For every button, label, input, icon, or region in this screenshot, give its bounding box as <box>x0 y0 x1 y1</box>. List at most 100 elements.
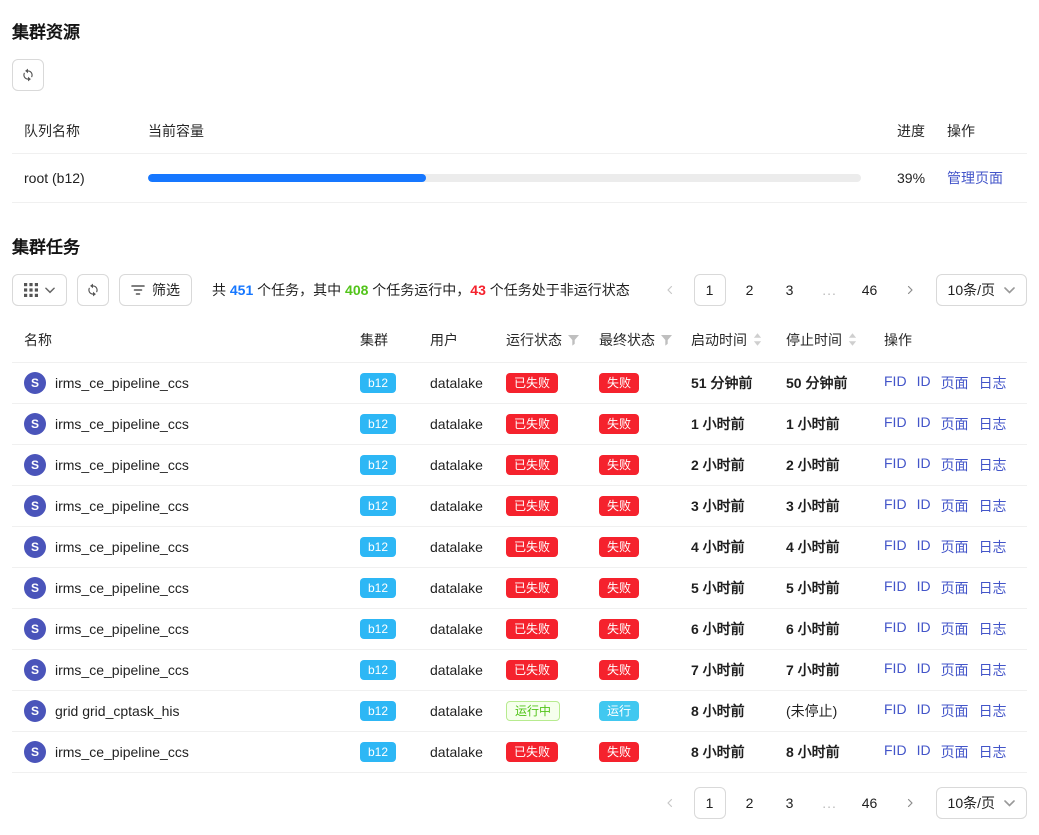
task-id-link[interactable]: ID <box>917 578 931 598</box>
task-fid-link[interactable]: FID <box>884 537 907 557</box>
layout-grid-button[interactable] <box>12 274 67 306</box>
page-button-2[interactable]: 2 <box>734 787 766 819</box>
task-fid-link[interactable]: FID <box>884 496 907 516</box>
task-fid-link[interactable]: FID <box>884 742 907 762</box>
page-button-1[interactable]: 1 <box>694 787 726 819</box>
task-page-link[interactable]: 页面 <box>941 701 969 721</box>
filter-icon[interactable] <box>661 333 672 349</box>
run-status-tag: 已失败 <box>506 619 558 639</box>
prev-page-button[interactable] <box>654 274 686 306</box>
task-fid-link[interactable]: FID <box>884 660 907 680</box>
manage-page-link[interactable]: 管理页面 <box>947 170 1003 186</box>
task-id-link[interactable]: ID <box>917 742 931 762</box>
task-user: datalake <box>418 404 494 445</box>
task-page-link[interactable]: 页面 <box>941 537 969 557</box>
column-label: 当前容量 <box>148 123 204 139</box>
task-id-link[interactable]: ID <box>917 619 931 639</box>
prev-page-button[interactable] <box>654 787 686 819</box>
page-button-1[interactable]: 1 <box>694 274 726 306</box>
final-status-tag: 失败 <box>599 660 639 680</box>
task-fid-link[interactable]: FID <box>884 373 907 393</box>
task-log-link[interactable]: 日志 <box>979 660 1007 680</box>
task-page-link[interactable]: 页面 <box>941 742 969 762</box>
stop-time: (未停止) <box>774 691 872 732</box>
final-status-tag: 失败 <box>599 373 639 393</box>
cluster-tag: b12 <box>360 619 396 639</box>
page-button-3[interactable]: 3 <box>774 787 806 819</box>
sort-icon[interactable] <box>848 333 857 349</box>
cluster-resources-title: 集群资源 <box>12 18 1027 43</box>
task-page-link[interactable]: 页面 <box>941 455 969 475</box>
tasks-toolbar: 筛选 共 451 个任务，其中 408 个任务运行中，43 个任务处于非运行状态… <box>12 274 1027 306</box>
task-page-link[interactable]: 页面 <box>941 496 969 516</box>
task-actions: FID ID 页面日志 <box>884 414 1007 434</box>
task-log-link[interactable]: 日志 <box>979 578 1007 598</box>
page-button-46[interactable]: 46 <box>854 787 886 819</box>
task-page-link[interactable]: 页面 <box>941 660 969 680</box>
resources-refresh-button[interactable] <box>12 59 44 91</box>
task-row: Sirms_ce_pipeline_ccsb12datalake已失败失败8 小… <box>12 732 1027 773</box>
task-page-link[interactable]: 页面 <box>941 373 969 393</box>
task-log-link[interactable]: 日志 <box>979 414 1007 434</box>
task-log-link[interactable]: 日志 <box>979 619 1007 639</box>
sort-icon[interactable] <box>753 333 762 349</box>
filter-icon[interactable] <box>568 333 579 349</box>
task-log-link[interactable]: 日志 <box>979 455 1007 475</box>
task-fid-link[interactable]: FID <box>884 578 907 598</box>
task-id-link[interactable]: ID <box>917 701 931 721</box>
next-page-button[interactable] <box>894 787 926 819</box>
task-name: irms_ce_pipeline_ccs <box>55 539 189 555</box>
task-name: irms_ce_pipeline_ccs <box>55 744 189 760</box>
task-name: irms_ce_pipeline_ccs <box>55 662 189 678</box>
task-avatar: S <box>24 372 46 394</box>
task-id-link[interactable]: ID <box>917 455 931 475</box>
task-fid-link[interactable]: FID <box>884 414 907 434</box>
start-time: 51 分钟前 <box>679 363 774 404</box>
task-row: Sgrid grid_cptask_hisb12datalake运行中运行8 小… <box>12 691 1027 732</box>
task-log-link[interactable]: 日志 <box>979 742 1007 762</box>
task-page-link[interactable]: 页面 <box>941 414 969 434</box>
task-id-link[interactable]: ID <box>917 496 931 516</box>
filter-button[interactable]: 筛选 <box>119 274 192 306</box>
task-log-link[interactable]: 日志 <box>979 701 1007 721</box>
task-name: irms_ce_pipeline_ccs <box>55 375 189 391</box>
tasks-refresh-button[interactable] <box>77 274 109 306</box>
summary-text: 个任务运行中， <box>368 282 470 298</box>
task-id-link[interactable]: ID <box>917 660 931 680</box>
page-button-46[interactable]: 46 <box>854 274 886 306</box>
stop-time: 2 小时前 <box>774 445 872 486</box>
task-actions: FID ID 页面日志 <box>884 578 1007 598</box>
task-page-link[interactable]: 页面 <box>941 578 969 598</box>
task-log-link[interactable]: 日志 <box>979 496 1007 516</box>
task-row: Sirms_ce_pipeline_ccsb12datalake已失败失败1 小… <box>12 404 1027 445</box>
summary-text: 个任务处于非运行状态 <box>486 282 630 298</box>
next-page-button[interactable] <box>894 274 926 306</box>
col-run-status: 运行状态 <box>494 318 587 363</box>
task-log-link[interactable]: 日志 <box>979 537 1007 557</box>
capacity-progress-fill <box>148 174 426 182</box>
final-status-tag: 失败 <box>599 619 639 639</box>
task-id-link[interactable]: ID <box>917 537 931 557</box>
col-queue-name: 队列名称 <box>12 109 136 154</box>
page-button-3[interactable]: 3 <box>774 274 806 306</box>
pagination-bottom: 123...4610条/页 <box>12 787 1027 819</box>
task-row: Sirms_ce_pipeline_ccsb12datalake已失败失败6 小… <box>12 609 1027 650</box>
task-log-link[interactable]: 日志 <box>979 373 1007 393</box>
column-label: 启动时间 <box>691 332 747 348</box>
task-fid-link[interactable]: FID <box>884 701 907 721</box>
task-page-link[interactable]: 页面 <box>941 619 969 639</box>
resource-row: root (b12)39%管理页面 <box>12 154 1027 203</box>
page-size-select[interactable]: 10条/页 <box>936 787 1027 819</box>
page-button-2[interactable]: 2 <box>734 274 766 306</box>
filter-button-label: 筛选 <box>152 280 180 300</box>
start-time: 6 小时前 <box>679 609 774 650</box>
col-name: 名称 <box>12 318 348 363</box>
page-size-select[interactable]: 10条/页 <box>936 274 1027 306</box>
task-id-link[interactable]: ID <box>917 414 931 434</box>
task-actions: FID ID 页面日志 <box>884 742 1007 762</box>
chevron-down-icon <box>1004 287 1015 294</box>
cluster-tag: b12 <box>360 373 396 393</box>
task-fid-link[interactable]: FID <box>884 619 907 639</box>
task-fid-link[interactable]: FID <box>884 455 907 475</box>
task-id-link[interactable]: ID <box>917 373 931 393</box>
